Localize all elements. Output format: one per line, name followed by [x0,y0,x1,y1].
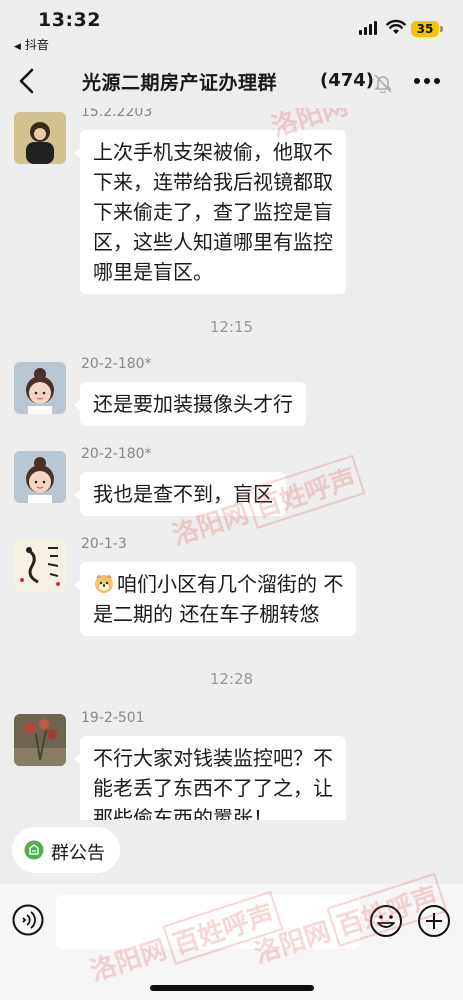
avatar-cartoon-girl-icon [14,451,66,503]
message-bubble[interactable]: 上次手机支架被偷，他取不 下来，连带给我后视镜都取 下来偷走了，查了监控是盲 区… [74,130,346,294]
announcement-icon [24,840,44,860]
mute-bell-icon [374,74,392,93]
chat-header: 光源二期房产证办理群 (474) [0,56,463,108]
avatar[interactable] [14,714,66,766]
back-chevron-icon[interactable] [14,66,42,96]
message-bubble[interactable]: 还是要加装摄像头才行 [74,382,306,426]
avatar-flower-photo-icon [14,714,66,766]
avatar[interactable] [14,540,66,592]
message-line: 上次手机支架被偷，他取不 [93,140,333,164]
avatar[interactable] [14,451,66,503]
back-app-label: 抖音 [24,38,49,52]
message-list[interactable]: 15.2.2203 上次手机支架被偷，他取不 下来，连带给我后视镜都取 下来偷走… [0,108,463,820]
message-line: 我也是查不到，盲区 [93,482,273,506]
home-indicator [150,985,314,991]
battery-icon: 35 [411,21,439,37]
emoji-icon[interactable] [369,904,403,938]
avatar-dragon-art-icon [14,540,66,592]
avatar-photo-icon [14,112,66,164]
sender-name: 20-2-180* [81,446,152,462]
message-line: 哪里是盲区。 [93,260,213,284]
message-line: 那些偷东西的嚣张！ [93,806,273,820]
message-line: 咱们小区有几个溜街的 不 [93,569,343,599]
sender-name: 19-2-501 [81,710,145,726]
message-line: 能老丢了东西不了了之，让 [93,776,333,800]
group-announcement-button[interactable]: 群公告 [12,827,120,873]
status-time: 13:32 [38,9,101,31]
member-count: (474) [320,70,375,91]
message-input[interactable] [56,895,360,949]
avatar[interactable] [14,362,66,414]
sender-name: 20-2-180* [81,356,152,372]
back-to-app-link[interactable]: ◀ 抖音 [14,36,49,53]
message-line: 下来偷走了，查了监控是盲 [93,200,333,224]
sender-name: 15.2.2203 [81,108,153,120]
avatar-cartoon-girl-icon [14,362,66,414]
sender-name: 20-1-3 [81,536,127,552]
chat-title: 光源二期房产证办理群 [82,72,278,94]
voice-icon[interactable] [12,904,44,936]
battery-tip [440,26,443,32]
status-bar: 13:32 ◀ 抖音 35 [0,0,463,56]
plus-icon[interactable] [417,904,451,938]
message-line: 区，这些人知道哪里有监控 [93,230,333,254]
timestamp: 12:15 [209,318,254,336]
watermark-text: 洛阳网 [141,108,224,113]
wifi-icon [386,19,406,34]
message-bubble[interactable]: 不行大家对钱装监控吧？不 能老丢了东西不了了之，让 那些偷东西的嚣张！ [74,736,346,820]
message-bubble[interactable]: 我也是查不到，盲区 [74,472,286,516]
message-bubble[interactable]: 咱们小区有几个溜街的 不 是二期的 还在车子棚转悠 [73,562,357,636]
message-text: 咱们小区有几个溜街的 不 [117,572,344,596]
more-options-icon[interactable] [414,78,440,86]
back-triangle-icon: ◀ [14,42,21,52]
message-line: 还是要加装摄像头才行 [93,392,293,416]
timestamp: 12:28 [209,670,254,688]
signal-icon [359,21,379,35]
input-bar: 洛阳网百姓呼声 洛阳网百姓呼声 [0,872,463,1000]
doge-emoji-icon [95,574,113,593]
avatar[interactable] [14,112,66,164]
message-line: 下来，连带给我后视镜都取 [93,170,333,194]
watermark: 洛阳网百姓呼声 [138,108,337,116]
message-line: 不行大家对钱装监控吧？不 [93,746,333,770]
message-line: 是二期的 还在车子棚转悠 [93,602,320,626]
announcement-label: 群公告 [51,843,105,864]
